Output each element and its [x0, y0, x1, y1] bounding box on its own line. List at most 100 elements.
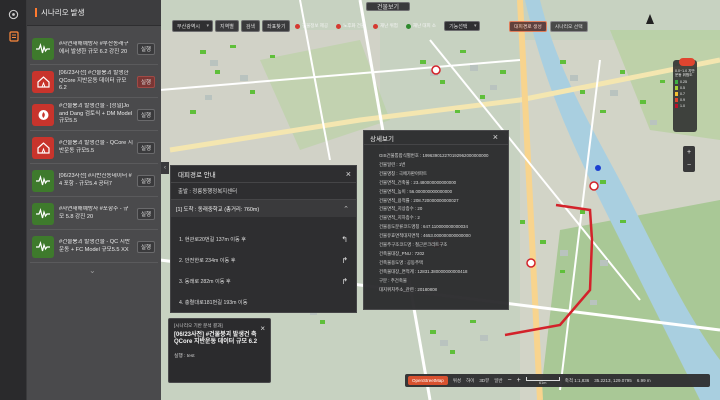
scenario-item-label: [06/23사전] #건물붕괴 발생한 QCore 지반운동 데이터 규모6.2: [59, 70, 129, 92]
toolbar-button-region[interactable]: 지역별: [215, 20, 239, 32]
turn-arrow-icon: ↱: [341, 255, 348, 265]
view-3d[interactable]: 3D뷰: [479, 378, 489, 384]
scenario-item[interactable]: [06/23사전] #지반진동데이터 # 4 포항 - 규모5.4 공터7 실행: [30, 165, 158, 197]
scenario-item[interactable]: [06/23사전] #건물붕괴 발생한 QCore 지반운동 데이터 규모6.2…: [30, 66, 158, 98]
overlay-shelter[interactable]: 재난 대피 소: [405, 23, 436, 29]
overlay-toggles: 건물정보 제공 노후화 건물 재난 위험 재난 대피 소 기능선택: [295, 21, 481, 31]
detail-row: 대지위치주소_관련 : 20180808: [379, 286, 437, 292]
scenario-panel-header: 시나리오 발생: [27, 0, 161, 26]
legend-rows: 0.25 0.5 0.7 0.9 1.0: [675, 79, 695, 108]
region-select[interactable]: 부산광역시: [172, 20, 214, 32]
earthquake-icon: [32, 37, 54, 60]
overlay-building-info[interactable]: 건물정보 제공: [295, 23, 328, 29]
select-scenario-button[interactable]: 시나리오 선택: [549, 21, 588, 32]
legend-swatch: [675, 79, 678, 84]
house-fire-icon: [32, 103, 54, 126]
route-step[interactable]: 3. 동래로 282m 이동 후 ↱: [179, 270, 351, 292]
detail-row: 건축물대장_면적계 : 12831.380000000000418: [379, 268, 468, 274]
detail-close-icon[interactable]: ×: [493, 132, 498, 142]
legend-toggle[interactable]: [679, 58, 695, 66]
route-close-icon[interactable]: ×: [346, 169, 351, 179]
legend-item: 0.9: [675, 97, 695, 102]
legend-title: 0.0~1.0 지반운동 위험도: [675, 69, 695, 78]
run-scenario-button[interactable]: 실행: [137, 240, 155, 253]
scenario-panel: 시나리오 발생 #자연재해예방사 #부산동래구에서 발생한 규모 6.2 강진 …: [27, 0, 161, 400]
scenario-item[interactable]: #건물붕괴 발생건물 - QC 지반운동 + FC Model 규모5.5 XX…: [30, 231, 158, 263]
plus-icon: [373, 23, 379, 29]
view-satellite[interactable]: 위성: [453, 378, 461, 384]
scenario-item[interactable]: #자연재해예방사 #포항주 - 규모 5.8 강진 20 실행: [30, 198, 158, 230]
scenario-item[interactable]: #건물붕괴 발생건물 - QCore 지반운동 규모5.5 실행: [30, 132, 158, 164]
run-scenario-button[interactable]: 실행: [137, 174, 155, 187]
collapse-panel-button[interactable]: ‹: [161, 162, 169, 174]
legend-item: 0.7: [675, 91, 695, 96]
legend-swatch: [675, 103, 678, 108]
run-scenario-button[interactable]: 실행: [137, 108, 155, 121]
view-hybrid[interactable]: 하이: [466, 378, 474, 384]
route-departure: 출발 : 정릉동행정복지센터: [171, 183, 356, 200]
turn-arrow-icon: ↱: [341, 276, 348, 286]
scenario-panel-title: 시나리오 발생: [41, 8, 85, 17]
toolbar-button-search[interactable]: 검색: [240, 20, 261, 32]
scenario-item-label: #건물붕괴 발생건물 - [정밀]Jo and Dang 검토식 + DM Mo…: [59, 103, 133, 125]
route-step-label: 1. 현관로20번길 137m 이동 후: [179, 236, 247, 243]
legend-item: 0.25: [675, 79, 695, 84]
popup-caption: [시나리오 기반 분석 결과]: [174, 323, 223, 328]
popup-close-icon[interactable]: ×: [260, 324, 265, 333]
route-step[interactable]: 2. 안전한로 234m 이동 후 ↱: [179, 249, 351, 271]
layer-select[interactable]: 기능선택: [444, 21, 481, 31]
scenario-item[interactable]: #자연재해예방사 #부산동래구에서 발생한 규모 6.2 강진 20 실행: [30, 33, 158, 65]
route-arrival[interactable]: [1] 도착 : 동래중학교 (총거리: 760m) ⌃: [171, 200, 356, 217]
more-chevron-icon[interactable]: ⌄: [89, 266, 96, 275]
create-evac-route-button[interactable]: 대피경로 생성: [509, 21, 547, 32]
map-status-bar: OpenStreetMap 위성 하이 3D뷰 일반 − + 61m 축척 1:…: [405, 374, 710, 387]
overlay-old-buildings[interactable]: 노후화 건물: [336, 23, 365, 29]
zoom-plus-button[interactable]: +: [517, 377, 521, 384]
detail-row: 건물면적_높이 : 56.000000000000000: [379, 188, 453, 194]
evac-route-panel: 대피경로 안내 × 출발 : 정릉동행정복지센터 [1] 도착 : 동래중학교 …: [170, 165, 357, 313]
run-scenario-button[interactable]: 실행: [137, 141, 155, 154]
scenario-item[interactable]: #건물붕괴 발생건물 - [정밀]Jo and Dang 검토식 + DM Mo…: [30, 99, 158, 131]
run-scenario-button[interactable]: 실행: [137, 207, 155, 220]
chevron-up-icon[interactable]: ⌃: [343, 205, 349, 213]
detail-row: 건물명칭 : 극에가판아파트: [379, 170, 428, 176]
run-scenario-button[interactable]: 실행: [137, 75, 155, 88]
legend-swatch: [675, 91, 678, 96]
detail-row: 건물면적_지하층수 : 2: [379, 215, 420, 221]
legend-label: 0.9: [680, 97, 685, 102]
scenario-item-label: #자연재해예방사 #포항주 - 규모 5.8 강진 20: [59, 206, 129, 220]
detail-row: 건물면적_지상층수 : 20: [379, 206, 423, 212]
scenario-list-icon[interactable]: [7, 30, 20, 43]
route-step-label: 4. 충렬대로181번길 193m 이동: [179, 299, 248, 306]
legend-label: 0.7: [680, 91, 685, 96]
shelter-icon: [405, 23, 411, 29]
map-toolbar: 부산광역시 지역별 검색 좌표찾기: [172, 19, 291, 33]
legend-item: 1.0: [675, 103, 695, 108]
scenario-item-label: #건물붕괴 발생건물 - QC 지반운동 + FC Model 규모5.5 XX: [59, 239, 131, 253]
zoom-out-button[interactable]: −: [687, 162, 691, 169]
earthquake-icon: [32, 169, 54, 192]
detail-row: 건축물용도명 : 공동주택: [379, 259, 424, 265]
building-icon: [295, 23, 300, 29]
run-scenario-button[interactable]: 실행: [137, 42, 155, 55]
detail-row: 구분 : 주건축물: [379, 277, 407, 283]
legend-label: 0.5: [680, 85, 685, 90]
zoom-in-button[interactable]: +: [687, 149, 691, 156]
toolbar-button-coords[interactable]: 좌표찾기: [262, 20, 291, 32]
legend-label: 0.25: [680, 79, 687, 84]
scenario-result-popup: [시나리오 기반 분석 결과] × [06/23사전] #건물붕괴 발생건 축 …: [168, 318, 271, 383]
route-panel-title: 대피경로 안내: [171, 166, 356, 183]
view-normal[interactable]: 일반: [494, 378, 502, 384]
left-rail: [0, 0, 27, 400]
basemap-select[interactable]: OpenStreetMap: [408, 376, 448, 385]
route-step[interactable]: 1. 현관로20번길 137m 이동 후 ↰: [179, 228, 351, 250]
overlay-risk[interactable]: 재난 위험: [373, 23, 398, 29]
house-collapse-icon: [32, 136, 54, 159]
zoom-minus-button[interactable]: −: [508, 377, 512, 384]
earthquake-icon: [32, 235, 54, 258]
route-step[interactable]: 4. 충렬대로181번길 193m 이동: [179, 291, 351, 313]
route-step-label: 2. 안전한로 234m 이동 후: [179, 257, 236, 264]
scenario-item-label: #건물붕괴 발생건물 - QCore 지반운동 규모5.5: [59, 140, 133, 154]
altitude: 6.99 m: [636, 378, 651, 383]
popup-executor: 실행 : test: [174, 353, 195, 359]
